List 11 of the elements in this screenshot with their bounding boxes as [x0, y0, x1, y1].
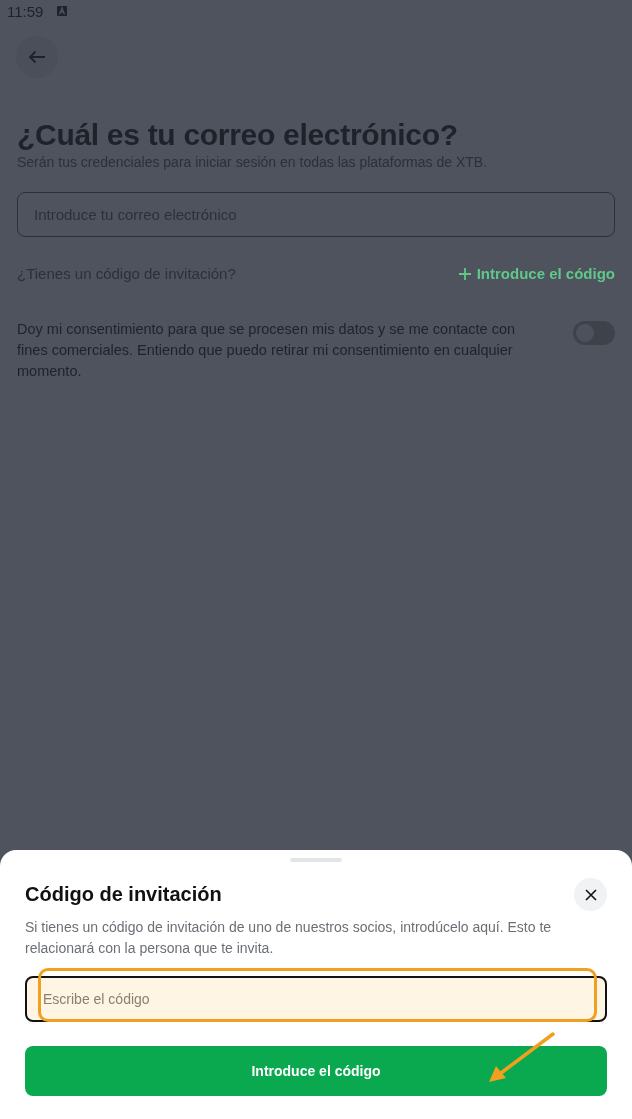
back-button[interactable]	[16, 36, 58, 78]
invitation-link[interactable]: Introduce el código	[458, 265, 615, 282]
close-button[interactable]	[574, 878, 607, 911]
sheet-title: Código de invitación	[25, 883, 222, 906]
sheet-description: Si tienes un código de invitación de uno de nuestros socios, introdúcelo aquí. Esto te relacionará con la persona que te invita.	[25, 918, 553, 958]
code-field[interactable]: Escribe el código	[25, 976, 607, 1022]
back-arrow-icon	[28, 50, 46, 64]
close-icon	[584, 888, 597, 901]
plus-icon	[458, 267, 471, 280]
notification-icon	[57, 6, 68, 16]
submit-button[interactable]: Introduce el código	[25, 1046, 607, 1096]
